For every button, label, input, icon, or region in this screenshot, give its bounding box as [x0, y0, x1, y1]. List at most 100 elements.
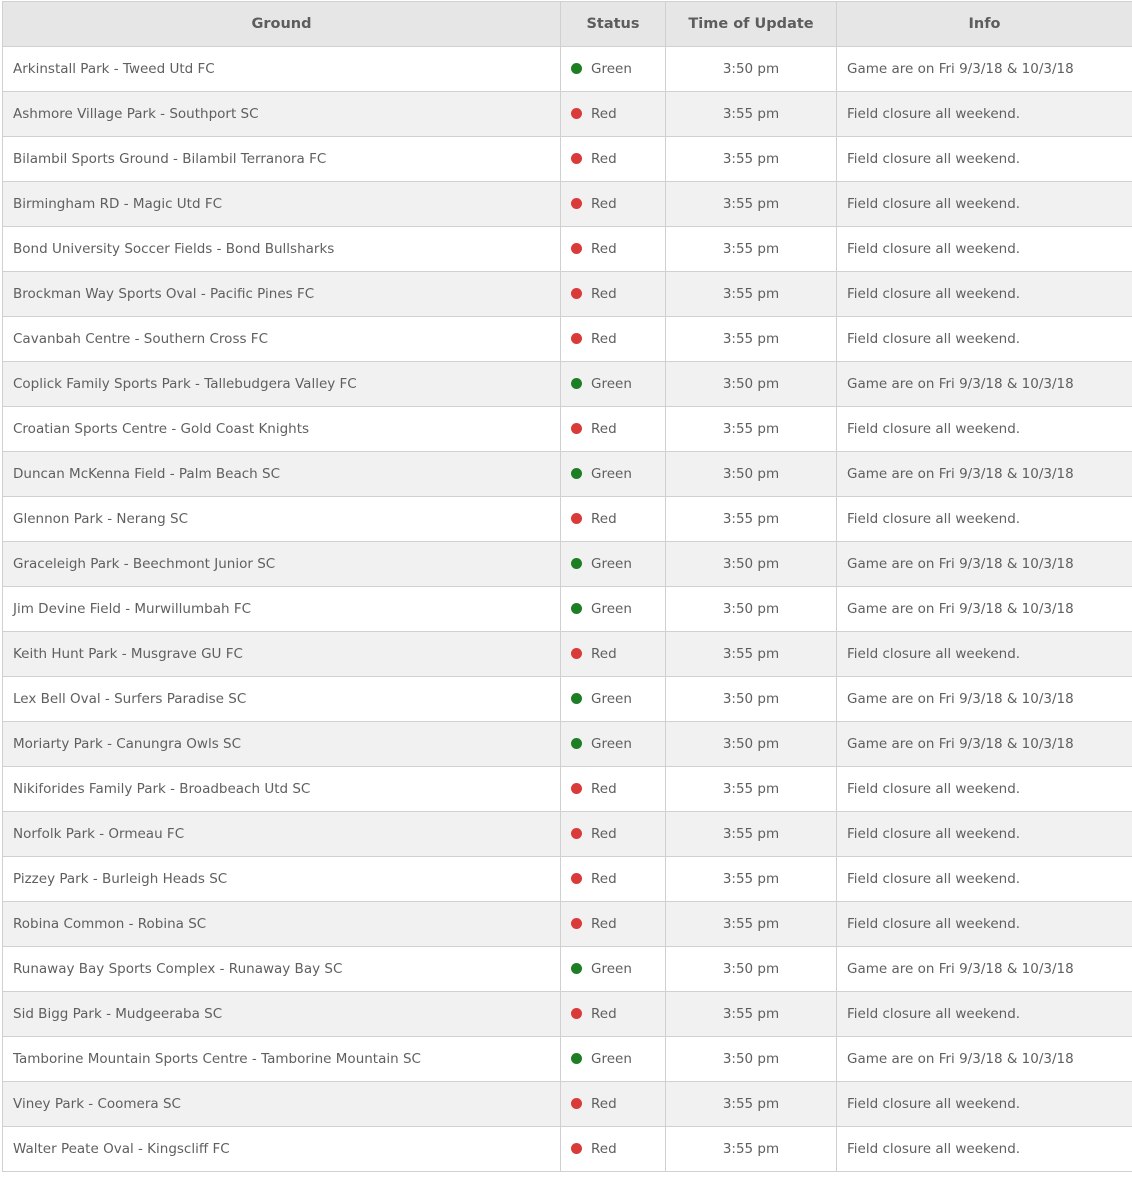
status-cell: Red [560, 991, 666, 1037]
table-row: Walter Peate Oval - Kingscliff FC Red 3:55… [2, 1126, 1132, 1172]
status-label: Red [591, 151, 617, 167]
status-dot-icon [571, 333, 582, 344]
update-time: 3:55 pm [665, 226, 837, 272]
update-time: 3:50 pm [665, 586, 837, 632]
ground-name: Moriarty Park - Canungra Owls SC [2, 721, 561, 767]
info-text: Game are on Fri 9/3/18 & 10/3/18 [836, 586, 1132, 632]
status-cell: Red [560, 271, 666, 317]
info-text: Game are on Fri 9/3/18 & 10/3/18 [836, 451, 1132, 497]
status-label: Green [591, 466, 632, 482]
status-cell: Green [560, 451, 666, 497]
table-row: Graceleigh Park - Beechmont Junior SC Gre… [2, 541, 1132, 587]
ground-status-table: Ground Status Time of Update Info Arkins… [2, 1, 1132, 1172]
info-text: Game are on Fri 9/3/18 & 10/3/18 [836, 721, 1132, 767]
update-time: 3:50 pm [665, 676, 837, 722]
status-cell: Green [560, 676, 666, 722]
info-text: Field closure all weekend. [836, 406, 1132, 452]
status-dot-icon [571, 918, 582, 929]
ground-name: Sid Bigg Park - Mudgeeraba SC [2, 991, 561, 1037]
table-row: Coplick Family Sports Park - Tallebudger… [2, 361, 1132, 407]
ground-name: Croatian Sports Centre - Gold Coast Knig… [2, 406, 561, 452]
info-text: Field closure all weekend. [836, 766, 1132, 812]
status-cell: Red [560, 811, 666, 857]
status-label: Red [591, 871, 617, 887]
ground-name: Coplick Family Sports Park - Tallebudger… [2, 361, 561, 407]
table-row: Duncan McKenna Field - Palm Beach SC Gree… [2, 451, 1132, 497]
ground-name: Tamborine Mountain Sports Centre - Tambo… [2, 1036, 561, 1082]
status-label: Green [591, 61, 632, 77]
ground-name: Glennon Park - Nerang SC [2, 496, 561, 542]
info-text: Field closure all weekend. [836, 271, 1132, 317]
update-time: 3:55 pm [665, 631, 837, 677]
status-dot-icon [571, 558, 582, 569]
update-time: 3:50 pm [665, 451, 837, 497]
table-row: Sid Bigg Park - Mudgeeraba SC Red 3:55 pm F… [2, 991, 1132, 1037]
update-time: 3:55 pm [665, 991, 837, 1037]
status-label: Red [591, 511, 617, 527]
info-text: Game are on Fri 9/3/18 & 10/3/18 [836, 46, 1132, 92]
status-cell: Green [560, 586, 666, 632]
status-cell: Green [560, 721, 666, 767]
status-cell: Red [560, 496, 666, 542]
update-time: 3:50 pm [665, 1036, 837, 1082]
table-row: Keith Hunt Park - Musgrave GU FC Red 3:55 … [2, 631, 1132, 677]
info-text: Field closure all weekend. [836, 811, 1132, 857]
info-text: Field closure all weekend. [836, 991, 1132, 1037]
info-text: Field closure all weekend. [836, 631, 1132, 677]
info-text: Game are on Fri 9/3/18 & 10/3/18 [836, 361, 1132, 407]
status-label: Red [591, 241, 617, 257]
info-text: Game are on Fri 9/3/18 & 10/3/18 [836, 676, 1132, 722]
status-label: Red [591, 1096, 617, 1112]
info-text: Field closure all weekend. [836, 316, 1132, 362]
status-dot-icon [571, 243, 582, 254]
table-row: Norfolk Park - Ormeau FC Red 3:55 pm Field … [2, 811, 1132, 857]
update-time: 3:50 pm [665, 541, 837, 587]
status-cell: Red [560, 91, 666, 137]
status-label: Green [591, 556, 632, 572]
update-time: 3:55 pm [665, 406, 837, 452]
table-row: Jim Devine Field - Murwillumbah FC Green 3… [2, 586, 1132, 632]
ground-name: Norfolk Park - Ormeau FC [2, 811, 561, 857]
table-row: Croatian Sports Centre - Gold Coast Knig… [2, 406, 1132, 452]
table-row: Tamborine Mountain Sports Centre - Tambo… [2, 1036, 1132, 1082]
info-text: Field closure all weekend. [836, 91, 1132, 137]
status-label: Red [591, 196, 617, 212]
header-status: Status [560, 1, 666, 47]
status-dot-icon [571, 468, 582, 479]
ground-name: Walter Peate Oval - Kingscliff FC [2, 1126, 561, 1172]
table-row: Bilambil Sports Ground - Bilambil Terran… [2, 136, 1132, 182]
update-time: 3:55 pm [665, 1126, 837, 1172]
update-time: 3:55 pm [665, 271, 837, 317]
status-dot-icon [571, 1098, 582, 1109]
status-label: Green [591, 376, 632, 392]
ground-name: Duncan McKenna Field - Palm Beach SC [2, 451, 561, 497]
status-cell: Green [560, 541, 666, 587]
status-dot-icon [571, 648, 582, 659]
header-time-of-update: Time of Update [665, 1, 837, 47]
status-label: Red [591, 1141, 617, 1157]
table-body: Arkinstall Park - Tweed Utd FC Green 3:50 … [2, 46, 1132, 1172]
update-time: 3:55 pm [665, 316, 837, 362]
status-label: Red [591, 916, 617, 932]
status-label: Red [591, 421, 617, 437]
status-cell: Red [560, 406, 666, 452]
status-label: Red [591, 826, 617, 842]
status-cell: Red [560, 631, 666, 677]
ground-name: Pizzey Park - Burleigh Heads SC [2, 856, 561, 902]
status-label: Green [591, 691, 632, 707]
update-time: 3:55 pm [665, 811, 837, 857]
table-row: Pizzey Park - Burleigh Heads SC Red 3:55 p… [2, 856, 1132, 902]
info-text: Field closure all weekend. [836, 136, 1132, 182]
table-row: Birmingham RD - Magic Utd FC Red 3:55 pm Fi… [2, 181, 1132, 227]
status-cell: Red [560, 766, 666, 812]
ground-name: Runaway Bay Sports Complex - Runaway Bay… [2, 946, 561, 992]
status-dot-icon [571, 288, 582, 299]
header-row: Ground Status Time of Update Info [2, 1, 1132, 47]
ground-name: Graceleigh Park - Beechmont Junior SC [2, 541, 561, 587]
info-text: Game are on Fri 9/3/18 & 10/3/18 [836, 541, 1132, 587]
status-label: Red [591, 781, 617, 797]
ground-name: Ashmore Village Park - Southport SC [2, 91, 561, 137]
update-time: 3:55 pm [665, 181, 837, 227]
info-text: Field closure all weekend. [836, 496, 1132, 542]
status-cell: Green [560, 1036, 666, 1082]
